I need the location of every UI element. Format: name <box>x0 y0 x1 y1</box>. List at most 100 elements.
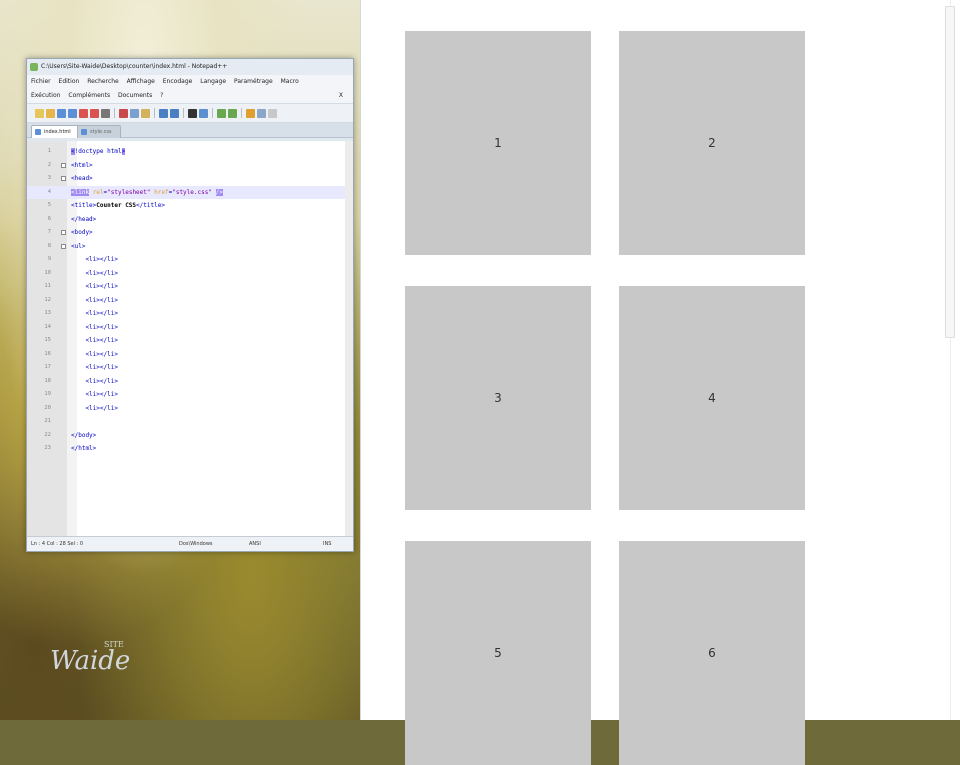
save-icon[interactable] <box>57 108 66 118</box>
save-all-icon[interactable] <box>68 108 77 118</box>
notepad-title-bar[interactable]: C:\Users\Site-Waide\Desktop\counter\inde… <box>27 59 353 75</box>
toolbar-separator <box>183 108 184 118</box>
line-number: 16 <box>44 350 51 357</box>
show-all-chars-icon[interactable] <box>268 108 277 118</box>
browser-scrollbar-thumb[interactable] <box>945 6 955 338</box>
box-number: 2 <box>708 136 716 150</box>
code-editor[interactable]: 1 <!doctype html> 2 <html> 3 <head> 4 <link rel… <box>27 141 353 537</box>
close-all-icon[interactable] <box>90 108 99 118</box>
code-line[interactable]: 22 </body> <box>27 429 353 443</box>
find-icon[interactable] <box>188 108 197 118</box>
menu-langage[interactable]: Langage <box>200 78 226 85</box>
code-line[interactable]: 1 <!doctype html> <box>27 145 353 159</box>
code-text: <li></li> <box>71 296 118 304</box>
window-title: C:\Users\Site-Waide\Desktop\counter\inde… <box>41 63 228 70</box>
toolbar-separator <box>114 108 115 118</box>
sync-scroll-icon[interactable] <box>246 108 255 118</box>
tab-style-css[interactable]: style.css <box>77 125 121 138</box>
code-line[interactable]: 23 </html> <box>27 442 353 456</box>
paste-icon[interactable] <box>141 108 150 118</box>
status-bar: Ln : 4 Col : 28 Sel : 0 Dos\Windows ANSI… <box>27 536 353 551</box>
cut-icon[interactable] <box>119 108 128 118</box>
menu-edition[interactable]: Edition <box>59 78 80 85</box>
code-line[interactable]: 19 <li></li> <box>27 388 353 402</box>
new-file-icon[interactable] <box>35 108 44 118</box>
menu-recherche[interactable]: Recherche <box>87 78 119 85</box>
toolbar-separator <box>154 108 155 118</box>
document-tabs: index.html style.css <box>27 123 353 138</box>
status-mode: INS <box>323 541 332 547</box>
fold-toggle-icon[interactable] <box>61 176 66 181</box>
menu-bar: Fichier Edition Recherche Affichage Enco… <box>27 75 353 89</box>
word-wrap-icon[interactable] <box>257 108 266 118</box>
code-line[interactable]: 7 <body> <box>27 226 353 240</box>
code-text: </head> <box>71 215 97 223</box>
code-line[interactable]: 11 <li></li> <box>27 280 353 294</box>
code-line[interactable]: 15 <li></li> <box>27 334 353 348</box>
zoom-out-icon[interactable] <box>228 108 237 118</box>
menu-encodage[interactable]: Encodage <box>163 78 193 85</box>
line-number: 4 <box>47 188 51 195</box>
close-icon[interactable] <box>79 108 88 118</box>
code-line[interactable]: 5 <title>Counter CSS</title> <box>27 199 353 213</box>
code-line[interactable]: 14 <li></li> <box>27 321 353 335</box>
code-line[interactable]: 18 <li></li> <box>27 375 353 389</box>
file-icon <box>81 129 87 135</box>
menu-affichage[interactable]: Affichage <box>127 78 155 85</box>
code-line[interactable]: 8 <ul> <box>27 240 353 254</box>
replace-icon[interactable] <box>199 108 208 118</box>
menu-help[interactable]: ? <box>160 92 163 99</box>
menu-complements[interactable]: Compléments <box>68 92 110 99</box>
line-number: 2 <box>47 161 51 168</box>
counter-box-6: 6 <box>619 541 805 765</box>
code-line[interactable]: 12 <li></li> <box>27 294 353 308</box>
menu-documents[interactable]: Documents <box>118 92 152 99</box>
code-line[interactable]: 17 <li></li> <box>27 361 353 375</box>
code-text: <link rel="stylesheet" href="style.css" … <box>71 188 223 196</box>
code-line[interactable]: 9 <li></li> <box>27 253 353 267</box>
undo-icon[interactable] <box>159 108 168 118</box>
code-line[interactable]: 10 <li></li> <box>27 267 353 281</box>
editor-scrollbar[interactable] <box>345 141 353 537</box>
tab-index-html[interactable]: index.html <box>31 125 81 138</box>
code-line[interactable]: 6 </head> <box>27 213 353 227</box>
code-text: <li></li> <box>71 310 118 317</box>
code-text: <head> <box>71 175 93 182</box>
line-number: 3 <box>47 175 51 181</box>
code-text: </body> <box>71 431 97 439</box>
file-icon <box>35 129 41 135</box>
menu-execution[interactable]: Exécution <box>31 92 60 99</box>
browser-viewport: 1 2 3 4 5 6 <box>360 0 960 765</box>
close-document-button[interactable]: X <box>339 89 343 103</box>
toolbar-separator <box>212 108 213 118</box>
code-line[interactable]: 4 <link rel="stylesheet" href="style.css"… <box>27 185 353 199</box>
fold-toggle-icon[interactable] <box>61 162 66 168</box>
line-number: 21 <box>44 418 51 424</box>
code-line[interactable]: 3 <head> <box>27 172 353 186</box>
code-text: <body> <box>71 229 93 236</box>
copy-icon[interactable] <box>130 108 139 118</box>
code-line[interactable]: 20 <li></li> <box>27 402 353 416</box>
menu-macro[interactable]: Macro <box>281 78 299 85</box>
print-icon[interactable] <box>101 108 110 118</box>
toolbar <box>27 103 353 123</box>
code-line[interactable]: 21 <box>27 415 353 429</box>
line-number: 23 <box>44 445 51 451</box>
zoom-in-icon[interactable] <box>217 108 226 118</box>
code-text: </html> <box>71 445 97 452</box>
fold-toggle-icon[interactable] <box>61 243 66 249</box>
counter-box-1: 1 <box>405 31 591 255</box>
counter-box-2: 2 <box>619 31 805 255</box>
fold-toggle-icon[interactable] <box>61 230 66 235</box>
menu-parametrage[interactable]: Paramétrage <box>234 78 273 85</box>
redo-icon[interactable] <box>170 108 179 118</box>
code-line[interactable]: 13 <li></li> <box>27 307 353 321</box>
code-line[interactable]: 16 <li></li> <box>27 348 353 362</box>
code-text: <!doctype html> <box>71 148 126 155</box>
tab-label: style.css <box>90 129 112 135</box>
menu-fichier[interactable]: Fichier <box>31 78 51 85</box>
code-line[interactable]: 2 <html> <box>27 159 353 173</box>
counter-box-4: 4 <box>619 286 805 510</box>
open-file-icon[interactable] <box>46 108 55 118</box>
menu-bar-second-row: Exécution Compléments Documents ? X <box>27 89 353 103</box>
